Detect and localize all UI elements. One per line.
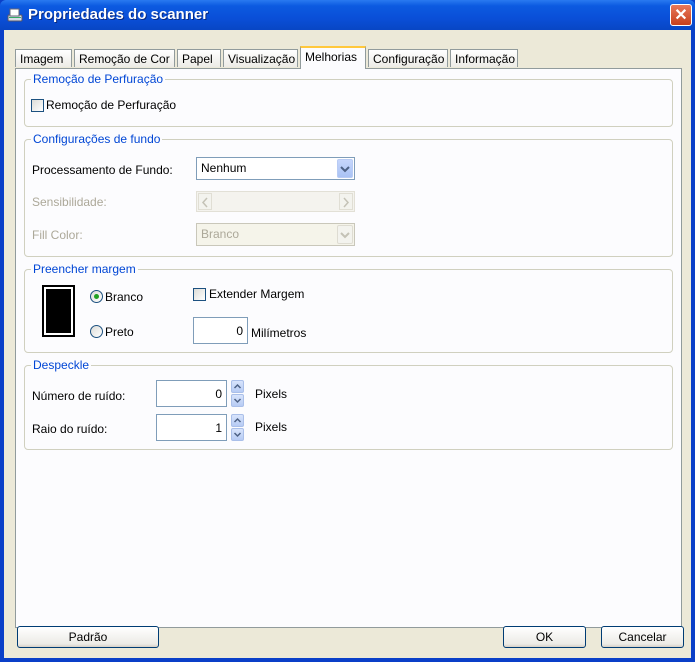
numero-ruido-spinner[interactable]: [231, 380, 244, 408]
tab-melhorias[interactable]: Melhorias: [300, 46, 366, 69]
group-despeckle: Despeckle Número de ruído: 0 Pixels Raio…: [24, 358, 673, 450]
spin-up-icon[interactable]: [231, 414, 244, 427]
window-title: Propriedades do scanner: [28, 6, 209, 23]
spin-down-icon[interactable]: [231, 394, 244, 407]
radio-branco[interactable]: [90, 290, 103, 303]
milimetros-input[interactable]: 0: [193, 317, 248, 344]
remocao-perfuracao-label: Remoção de Perfuração: [46, 98, 177, 112]
group-configuracoes-fundo: Configurações de fundo Processamento de …: [24, 132, 673, 257]
scroll-left-icon[interactable]: [198, 193, 212, 210]
scroll-right-icon[interactable]: [339, 193, 353, 210]
milimetros-unit: Milímetros: [251, 326, 307, 340]
sensibilidade-slider[interactable]: [196, 191, 355, 212]
radio-preto[interactable]: [90, 325, 103, 338]
radio-branco-label: Branco: [105, 290, 144, 304]
tab-visualizacao[interactable]: Visualização: [223, 49, 298, 67]
fill-color-select[interactable]: Branco: [196, 223, 355, 246]
group-remocao-perfuracao: Remoção de Perfuração Remoção de Perfura…: [24, 72, 673, 127]
group-preencher-margem: Preencher margem Branco Preto Extender M…: [24, 262, 673, 353]
group-label-configuracoes-fundo: Configurações de fundo: [31, 132, 163, 146]
raio-ruido-unit: Pixels: [255, 420, 288, 434]
extender-margem-label: Extender Margem: [209, 287, 305, 301]
tab-informacao[interactable]: Informação: [450, 49, 518, 67]
title-bar[interactable]: Propriedades do scanner ✕: [0, 0, 695, 30]
tab-papel[interactable]: Papel: [177, 49, 221, 67]
raio-ruido-label: Raio do ruído:: [32, 422, 108, 436]
spin-down-icon[interactable]: [231, 428, 244, 441]
tab-configuracao[interactable]: Configuração: [368, 49, 448, 67]
raio-ruido-value: 1: [215, 421, 222, 435]
fill-color-value: Branco: [201, 227, 240, 241]
milimetros-value: 0: [236, 324, 243, 338]
tab-panel-melhorias: Remoção de Perfuração Remoção de Perfura…: [15, 68, 682, 628]
close-icon: ✕: [674, 7, 688, 24]
fill-color-label: Fill Color:: [32, 228, 83, 242]
raio-ruido-spinner[interactable]: [231, 414, 244, 442]
group-label-preencher-margem: Preencher margem: [31, 262, 138, 276]
processamento-value: Nenhum: [201, 161, 247, 175]
cancelar-button[interactable]: Cancelar: [601, 626, 684, 648]
dialog-window: Propriedades do scanner ✕ Imagem Remoção…: [0, 0, 695, 662]
group-label-remocao-perfuracao: Remoção de Perfuração: [31, 72, 166, 86]
processamento-select[interactable]: Nenhum: [196, 157, 355, 180]
numero-ruido-unit: Pixels: [255, 387, 288, 401]
processamento-label: Processamento de Fundo:: [32, 163, 173, 177]
chevron-down-icon[interactable]: [337, 225, 353, 244]
spin-up-icon[interactable]: [231, 380, 244, 393]
numero-ruido-input[interactable]: 0: [156, 380, 227, 407]
chevron-down-icon[interactable]: [337, 159, 353, 178]
numero-ruido-value: 0: [215, 387, 222, 401]
tab-imagem[interactable]: Imagem: [15, 49, 72, 67]
radio-preto-label: Preto: [105, 325, 134, 339]
remocao-perfuracao-checkbox[interactable]: [31, 99, 44, 112]
group-label-despeckle: Despeckle: [31, 358, 92, 372]
scanner-icon: [7, 8, 23, 22]
extender-margem-checkbox[interactable]: [193, 288, 206, 301]
close-button[interactable]: ✕: [670, 4, 692, 26]
sensibilidade-label: Sensibilidade:: [32, 195, 107, 209]
numero-ruido-label: Número de ruído:: [32, 389, 126, 403]
padrao-button[interactable]: Padrão: [17, 626, 159, 648]
margin-preview-swatch: [42, 285, 75, 337]
tab-remocao-de-cor[interactable]: Remoção de Cor: [74, 49, 175, 67]
ok-button[interactable]: OK: [503, 626, 586, 648]
dialog-client: Imagem Remoção de Cor Papel Visualização…: [4, 30, 691, 658]
raio-ruido-input[interactable]: 1: [156, 414, 227, 441]
